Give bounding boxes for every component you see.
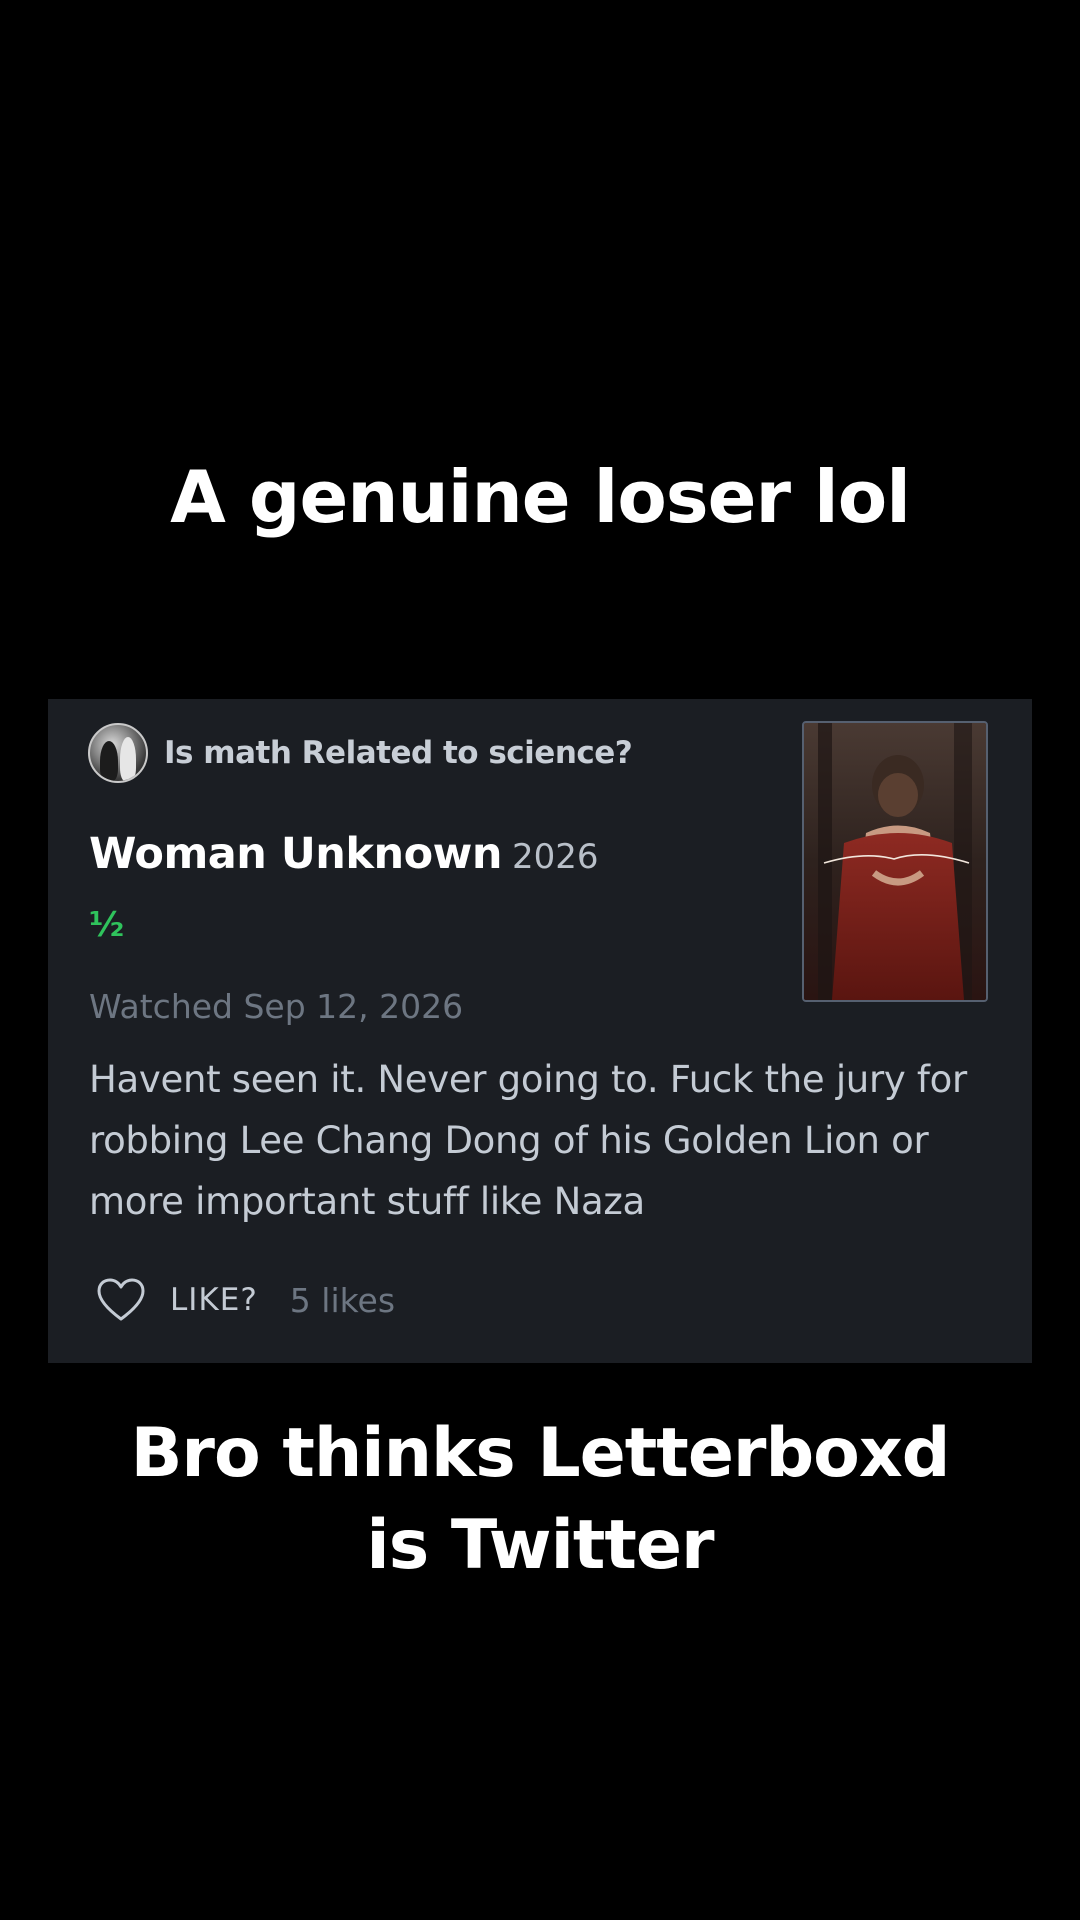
like-button[interactable]: LIKE? [170, 1282, 258, 1318]
author-row[interactable]: Is math Related to science? [88, 723, 633, 783]
like-row: LIKE? 5 likes [96, 1277, 395, 1323]
caption-bottom: Bro thinks Letterboxd is Twitter [130, 1414, 951, 1585]
heart-icon[interactable] [96, 1277, 146, 1323]
watched-date: Watched Sep 12, 2026 [89, 987, 464, 1026]
star-rating: ½ [89, 905, 125, 945]
review-card[interactable]: Is math Related to science? Woman Unknow… [48, 699, 1032, 1363]
avatar-figure [100, 741, 118, 781]
like-count[interactable]: 5 likes [290, 1281, 395, 1320]
avatar-figure [120, 737, 136, 781]
film-poster[interactable] [802, 721, 988, 1002]
avatar[interactable] [88, 723, 148, 783]
author-name[interactable]: Is math Related to science? [164, 735, 633, 771]
poster-artwork [804, 723, 986, 1000]
film-title[interactable]: Woman Unknown [89, 829, 502, 879]
review-text: Havent seen it. Never going to. Fuck the… [89, 1058, 967, 1223]
film-year[interactable]: 2026 [512, 837, 599, 877]
film-title-row: Woman Unknown 2026 [89, 829, 599, 879]
caption-top: A genuine loser lol [170, 455, 911, 539]
